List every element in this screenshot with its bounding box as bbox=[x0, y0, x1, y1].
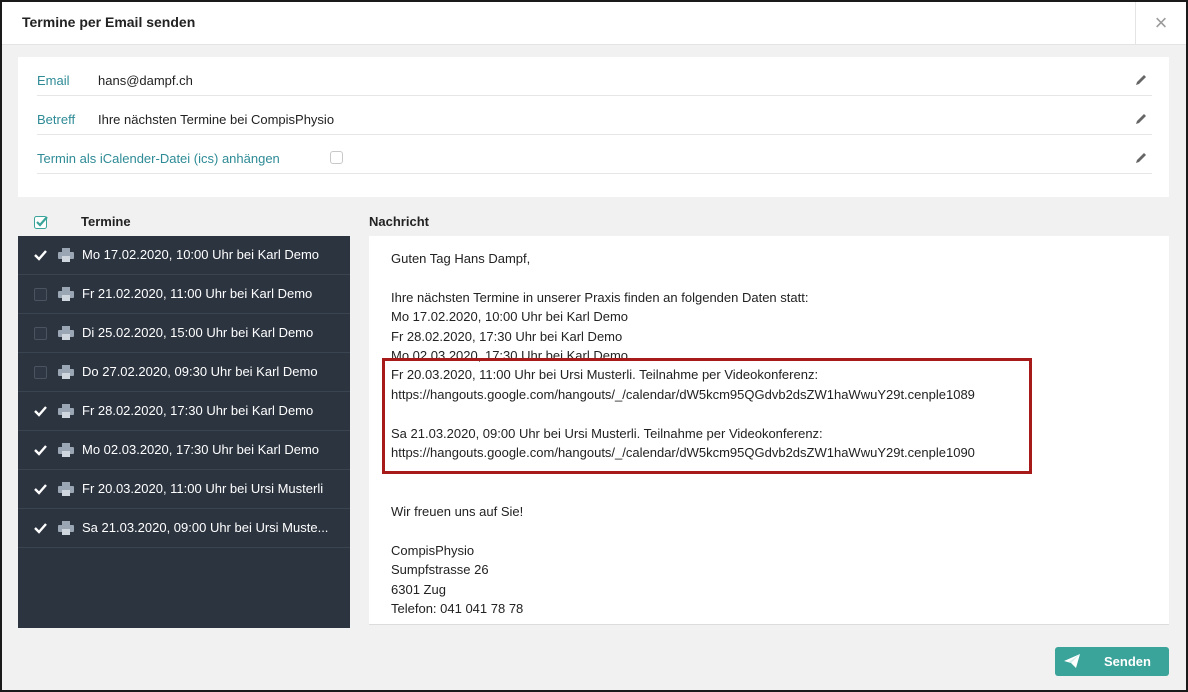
message-line: 6301 Zug bbox=[391, 582, 446, 597]
printer-icon[interactable] bbox=[58, 248, 74, 262]
check-icon[interactable] bbox=[34, 522, 47, 535]
appointment-label: Mo 02.03.2020, 17:30 Uhr bei Karl Demo bbox=[82, 442, 320, 457]
select-all-checkbox[interactable] bbox=[34, 215, 49, 230]
message-header: Nachricht bbox=[369, 214, 429, 229]
message-line: Fr 28.02.2020, 17:30 Uhr bei Karl Demo bbox=[391, 329, 623, 344]
appointments-header: Termine bbox=[81, 214, 131, 229]
appointment-item[interactable]: Fr 20.03.2020, 11:00 Uhr bei Ursi Muster… bbox=[18, 470, 350, 509]
message-line: CompisPhysio bbox=[391, 543, 475, 558]
message-line: Sa 21.03.2020, 09:00 Uhr bei Ursi Muster… bbox=[391, 426, 823, 441]
pencil-icon[interactable] bbox=[1134, 151, 1148, 165]
printer-icon[interactable] bbox=[58, 326, 74, 340]
appointment-label: Fr 21.02.2020, 11:00 Uhr bei Karl Demo bbox=[82, 286, 313, 301]
appointment-item[interactable]: Do 27.02.2020, 09:30 Uhr bei Karl Demo bbox=[18, 353, 350, 392]
email-dialog: Termine per Email senden × Email hans@da… bbox=[0, 0, 1188, 692]
printer-icon[interactable] bbox=[58, 443, 74, 457]
check-icon[interactable] bbox=[34, 483, 47, 496]
ics-row: Termin als iCalender-Datei (ics) anhänge… bbox=[37, 135, 1152, 174]
appointment-label: Di 25.02.2020, 15:00 Uhr bei Karl Demo bbox=[82, 325, 314, 340]
paper-plane-icon bbox=[1064, 654, 1080, 668]
printer-icon[interactable] bbox=[58, 404, 74, 418]
printer-icon[interactable] bbox=[58, 365, 74, 379]
dialog-header: Termine per Email senden × bbox=[2, 2, 1186, 45]
appointment-item[interactable]: Fr 28.02.2020, 17:30 Uhr bei Karl Demo bbox=[18, 392, 350, 431]
printer-icon[interactable] bbox=[58, 287, 74, 301]
printer-icon[interactable] bbox=[58, 521, 74, 535]
appointment-label: Mo 17.02.2020, 10:00 Uhr bei Karl Demo bbox=[82, 247, 320, 262]
subject-field[interactable]: Ihre nächsten Termine bei CompisPhysio bbox=[98, 112, 334, 127]
subject-row: Betreff Ihre nächsten Termine bei Compis… bbox=[37, 96, 1152, 135]
message-line: Ihre nächsten Termine in unserer Praxis … bbox=[391, 290, 809, 305]
dialog-title: Termine per Email senden bbox=[22, 14, 196, 30]
check-icon[interactable] bbox=[34, 405, 47, 418]
unchecked-checkbox[interactable] bbox=[34, 327, 47, 340]
message-line: https://hangouts.google.com/hangouts/_/c… bbox=[391, 445, 975, 460]
send-label: Senden bbox=[1104, 654, 1151, 669]
message-line: Mo 17.02.2020, 10:00 Uhr bei Karl Demo bbox=[391, 309, 629, 324]
send-button[interactable]: Senden bbox=[1055, 647, 1169, 676]
email-label: Email bbox=[37, 73, 70, 88]
email-row: Email hans@dampf.ch bbox=[37, 57, 1152, 96]
message-textarea[interactable]: Guten Tag Hans Dampf, Ihre nächsten Termi… bbox=[369, 236, 1169, 625]
message-line: Guten Tag Hans Dampf, bbox=[391, 251, 531, 266]
appointment-label: Do 27.02.2020, 09:30 Uhr bei Karl Demo bbox=[82, 364, 318, 379]
close-icon[interactable]: × bbox=[1135, 2, 1186, 44]
subject-label: Betreff bbox=[37, 112, 76, 127]
appointment-item[interactable]: Mo 17.02.2020, 10:00 Uhr bei Karl Demo bbox=[18, 236, 350, 275]
message-line: Sumpfstrasse 26 bbox=[391, 562, 489, 577]
email-field[interactable]: hans@dampf.ch bbox=[98, 73, 193, 88]
pencil-icon[interactable] bbox=[1134, 112, 1148, 126]
appointment-item[interactable]: Mo 02.03.2020, 17:30 Uhr bei Karl Demo bbox=[18, 431, 350, 470]
check-icon[interactable] bbox=[34, 249, 47, 262]
appointment-item[interactable]: Di 25.02.2020, 15:00 Uhr bei Karl Demo bbox=[18, 314, 350, 353]
pencil-icon[interactable] bbox=[1134, 73, 1148, 87]
ics-label: Termin als iCalender-Datei (ics) anhänge… bbox=[37, 151, 280, 166]
check-icon[interactable] bbox=[34, 444, 47, 457]
appointment-item[interactable]: Sa 21.03.2020, 09:00 Uhr bei Ursi Muste.… bbox=[18, 509, 350, 548]
appointment-item[interactable]: Fr 21.02.2020, 11:00 Uhr bei Karl Demo bbox=[18, 275, 350, 314]
appointment-label: Fr 28.02.2020, 17:30 Uhr bei Karl Demo bbox=[82, 403, 314, 418]
ics-checkbox[interactable] bbox=[330, 151, 343, 164]
unchecked-checkbox[interactable] bbox=[34, 288, 47, 301]
email-form: Email hans@dampf.ch Betreff Ihre nächste… bbox=[18, 57, 1169, 197]
printer-icon[interactable] bbox=[58, 482, 74, 496]
message-line: Wir freuen uns auf Sie! bbox=[391, 504, 524, 519]
appointment-label: Sa 21.03.2020, 09:00 Uhr bei Ursi Muste.… bbox=[82, 520, 329, 535]
appointment-label: Fr 20.03.2020, 11:00 Uhr bei Ursi Muster… bbox=[82, 481, 324, 496]
message-line: Telefon: 041 041 78 78 bbox=[391, 601, 524, 616]
message-line: Mo 02.03.2020, 17:30 Uhr bei Karl Demo bbox=[391, 348, 629, 363]
appointment-list: Mo 17.02.2020, 10:00 Uhr bei Karl Demo Fr… bbox=[18, 236, 350, 628]
message-line: https://hangouts.google.com/hangouts/_/c… bbox=[391, 387, 975, 402]
unchecked-checkbox[interactable] bbox=[34, 366, 47, 379]
message-line: Fr 20.03.2020, 11:00 Uhr bei Ursi Muster… bbox=[391, 367, 819, 382]
